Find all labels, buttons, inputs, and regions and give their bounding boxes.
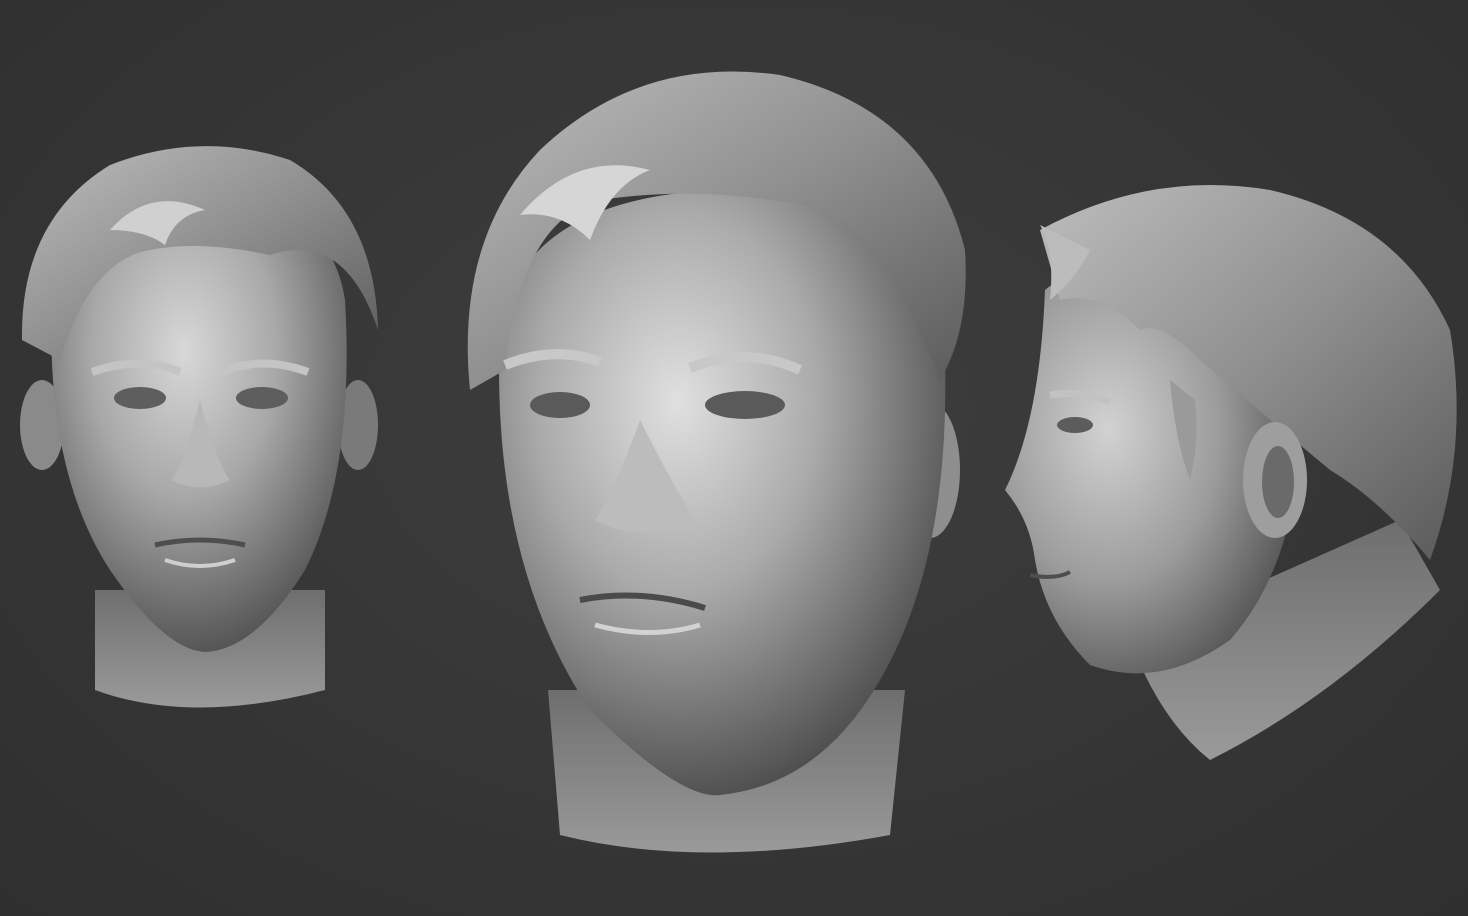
sculpt-front-view[interactable]: [20, 146, 379, 708]
sculpt-three-quarter-view[interactable]: [467, 71, 966, 853]
sculpt-side-profile-view[interactable]: [1005, 185, 1457, 760]
sculpt-scene: [20, 71, 1457, 853]
sculpt-viewport[interactable]: [0, 0, 1468, 916]
